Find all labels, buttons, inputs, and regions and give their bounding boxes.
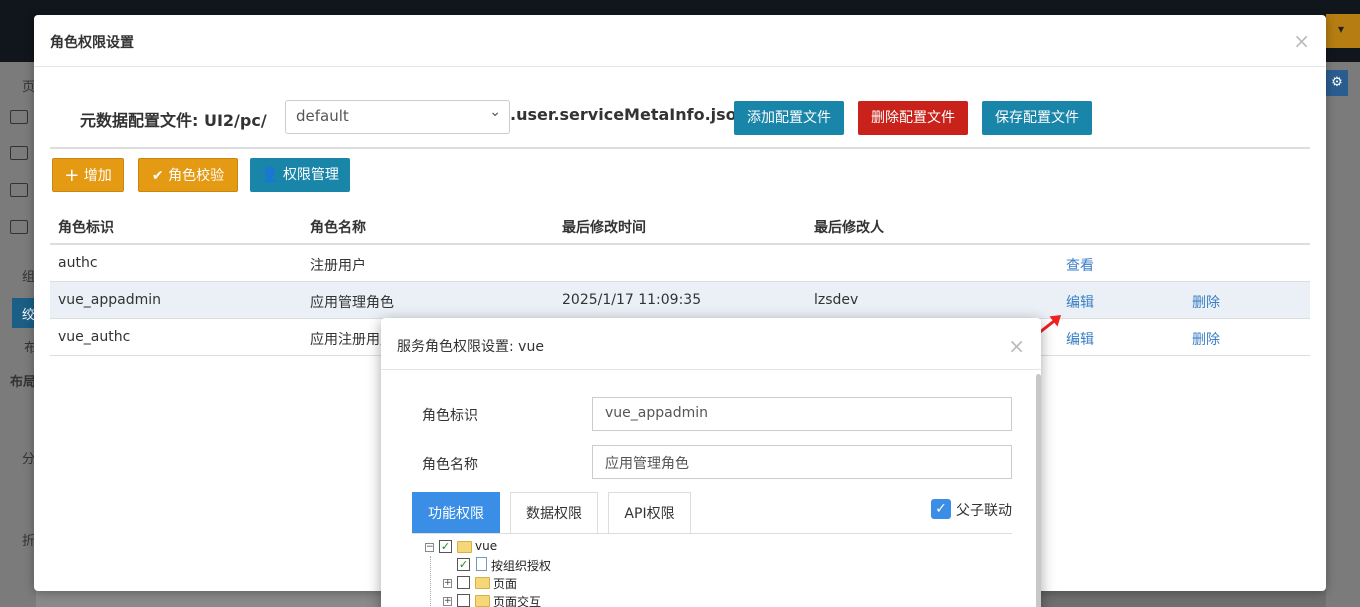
cell-role-name: 应用管理角色 bbox=[310, 295, 394, 311]
folder-icon bbox=[10, 183, 28, 197]
folder-icon bbox=[475, 595, 490, 607]
table-row[interactable]: authc 注册用户 查看 bbox=[50, 245, 1310, 282]
role-check-button[interactable]: ✔ 角色校验 bbox=[138, 158, 238, 192]
cell-modified-time: 2025/1/17 11:09:35 bbox=[562, 292, 702, 308]
config-file-label: 元数据配置文件: UI2/pc/ bbox=[80, 111, 267, 130]
file-icon bbox=[476, 557, 487, 571]
role-id-input[interactable]: vue_appadmin bbox=[592, 397, 1012, 431]
delete-link[interactable]: 删除 bbox=[1192, 292, 1220, 312]
gear-icon[interactable]: ⚙ bbox=[1326, 70, 1348, 96]
dialog-header: 角色权限设置 × bbox=[34, 15, 1326, 67]
app-bottom-bar bbox=[36, 590, 381, 607]
tab-api-permission[interactable]: API权限 bbox=[608, 492, 691, 534]
header-role-id: 角色标识 bbox=[58, 220, 114, 236]
parent-child-link-label: 父子联动 bbox=[956, 503, 1012, 519]
add-config-button[interactable]: 添加配置文件 bbox=[734, 101, 844, 135]
tree-node-label: 页面交互 bbox=[493, 595, 542, 607]
add-role-label: 增加 bbox=[83, 168, 112, 184]
folder-icon bbox=[10, 220, 28, 234]
tab-function-permission[interactable]: 功能权限 bbox=[412, 492, 500, 534]
tabs-divider bbox=[412, 533, 1012, 534]
folder-icon bbox=[10, 110, 28, 124]
table-row[interactable]: vue_appadmin 应用管理角色 2025/1/17 11:09:35 l… bbox=[50, 282, 1310, 319]
bg-text-5: 布局 bbox=[10, 375, 37, 390]
user-icon: 👤 bbox=[261, 167, 279, 183]
table-header-row: 角色标识 角色名称 最后修改时间 最后修改人 bbox=[50, 207, 1310, 245]
subdialog-header: 服务角色权限设置: vue × bbox=[381, 318, 1041, 370]
app-left-panel bbox=[0, 62, 36, 607]
permission-manage-label: 权限管理 bbox=[282, 167, 339, 183]
view-link[interactable]: 查看 bbox=[1066, 255, 1094, 275]
cell-role-id: vue_appadmin bbox=[58, 292, 161, 308]
app-user-dropdown[interactable] bbox=[1326, 14, 1360, 48]
tree-node-root[interactable]: − ✓ vue bbox=[425, 539, 625, 557]
delete-config-button[interactable]: 删除配置文件 bbox=[858, 101, 968, 135]
tree-checkbox[interactable]: ✓ bbox=[439, 540, 452, 553]
header-role-name: 角色名称 bbox=[310, 220, 366, 236]
save-config-button[interactable]: 保存配置文件 bbox=[982, 101, 1092, 135]
parent-child-link-checkbox[interactable]: ✓ bbox=[931, 499, 951, 519]
cell-modified-by: lzsdev bbox=[814, 292, 859, 308]
close-icon[interactable]: × bbox=[1293, 31, 1310, 51]
role-check-label: 角色校验 bbox=[168, 168, 225, 184]
add-role-button[interactable]: + 增加 bbox=[52, 158, 124, 192]
tree-checkbox[interactable] bbox=[457, 576, 470, 589]
tree-node-label: 按组织授权 bbox=[491, 559, 552, 573]
scrollbar[interactable] bbox=[1036, 374, 1041, 607]
cell-role-id: vue_authc bbox=[58, 329, 131, 345]
folder-icon bbox=[475, 577, 490, 589]
close-icon[interactable]: × bbox=[1008, 336, 1025, 356]
tree-checkbox[interactable] bbox=[457, 594, 470, 607]
service-role-permission-dialog: 服务角色权限设置: vue × 角色标识 vue_appadmin 角色名称 应… bbox=[381, 318, 1041, 607]
role-id-label: 角色标识 bbox=[422, 408, 478, 424]
tree-node-item[interactable]: + 页面交互 bbox=[443, 593, 643, 607]
folder-open-icon bbox=[457, 541, 472, 553]
divider bbox=[50, 147, 1310, 149]
edit-link[interactable]: 编辑 bbox=[1066, 292, 1094, 312]
header-modified-by: 最后修改人 bbox=[814, 220, 884, 236]
tab-data-permission[interactable]: 数据权限 bbox=[510, 492, 598, 534]
plus-icon: + bbox=[64, 165, 80, 186]
role-name-label: 角色名称 bbox=[422, 457, 478, 473]
folder-icon bbox=[10, 146, 28, 160]
tree-node-label: 页面 bbox=[493, 577, 518, 591]
config-file-suffix: .user.serviceMetaInfo.json bbox=[510, 105, 749, 124]
cell-role-name: 注册用户 bbox=[310, 258, 366, 274]
tree-node-item[interactable]: ✓ 按组织授权 bbox=[443, 557, 643, 575]
delete-link[interactable]: 删除 bbox=[1192, 329, 1220, 349]
cell-role-id: authc bbox=[58, 255, 98, 271]
subdialog-title: 服务角色权限设置: vue bbox=[397, 339, 544, 355]
role-name-input[interactable]: 应用管理角色 bbox=[592, 445, 1012, 479]
dialog-title: 角色权限设置 bbox=[50, 35, 134, 51]
config-file-select[interactable]: default bbox=[285, 100, 510, 134]
collapse-icon[interactable]: − bbox=[425, 543, 434, 552]
config-file-selected: default bbox=[296, 107, 349, 125]
app-right-panel bbox=[1326, 62, 1360, 607]
expand-icon[interactable]: + bbox=[443, 579, 452, 588]
tree-node-label: vue bbox=[475, 539, 498, 553]
tree-checkbox[interactable]: ✓ bbox=[457, 558, 470, 571]
tree-guide bbox=[430, 556, 431, 606]
expand-icon[interactable]: + bbox=[443, 597, 452, 606]
check-icon: ✔ bbox=[151, 168, 164, 184]
permission-manage-button[interactable]: 👤 权限管理 bbox=[250, 158, 350, 192]
tree-node-item[interactable]: + 页面 bbox=[443, 575, 643, 593]
edit-link[interactable]: 编辑 bbox=[1066, 329, 1094, 349]
header-modified-time: 最后修改时间 bbox=[562, 220, 646, 236]
